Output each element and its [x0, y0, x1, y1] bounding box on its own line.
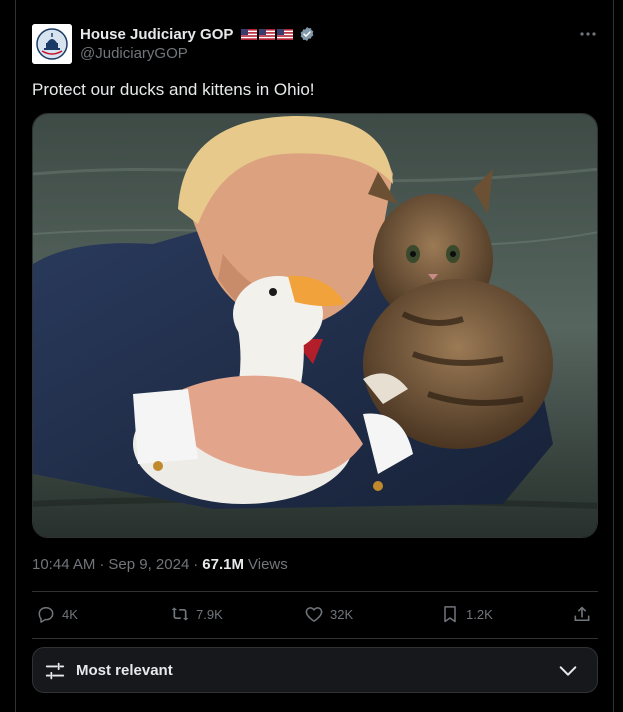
bookmark-icon: [444, 606, 456, 623]
reply-button[interactable]: 4K: [36, 604, 78, 624]
divider: [32, 591, 598, 592]
us-flag-icon: [277, 28, 294, 40]
reply-sort-dropdown[interactable]: Most relevant: [32, 647, 598, 693]
divider: [32, 638, 598, 639]
reply-count: 4K: [62, 606, 78, 622]
verified-badge-icon[interactable]: [299, 26, 315, 42]
photo-image: [33, 114, 597, 537]
us-flag-icon: [241, 28, 258, 40]
author-name-row: House Judiciary GOP: [80, 25, 315, 43]
chevron-down-icon: [559, 666, 577, 676]
share-icon: [574, 606, 590, 622]
repost-icon: [171, 607, 189, 621]
bookmark-count: 1.2K: [466, 606, 493, 622]
flags: [241, 28, 294, 40]
views-count[interactable]: 67.1M: [202, 556, 244, 573]
post-time[interactable]: 10:44 AM: [32, 556, 95, 573]
capitol-logo-icon: [32, 24, 72, 64]
filter-sliders-icon: [45, 662, 65, 680]
display-name[interactable]: House Judiciary GOP: [80, 26, 233, 43]
repost-button[interactable]: 7.9K: [170, 604, 223, 624]
repost-count: 7.9K: [196, 606, 223, 622]
more-options-icon[interactable]: [578, 24, 598, 44]
avatar[interactable]: [32, 24, 72, 64]
views-label: Views: [248, 556, 288, 573]
like-icon: [305, 607, 323, 622]
like-button[interactable]: 32K: [304, 604, 353, 624]
post-text: Protect our ducks and kittens in Ohio!: [32, 80, 315, 99]
share-button[interactable]: [572, 604, 592, 624]
post-date[interactable]: Sep 9, 2024: [108, 556, 189, 573]
bookmark-button[interactable]: 1.2K: [440, 604, 493, 624]
meta-separator: ·: [193, 556, 199, 573]
us-flag-icon: [259, 28, 276, 40]
sort-label: Most relevant: [76, 662, 173, 679]
like-count: 32K: [330, 606, 354, 622]
author-handle[interactable]: @JudiciaryGOP: [80, 45, 188, 62]
action-bar: 4K 7.9K 32K 1.2K: [32, 598, 598, 632]
reply-icon: [38, 607, 54, 623]
post-media-image[interactable]: [32, 113, 598, 538]
post-metadata: 10:44 AM · Sep 9, 2024 · 67.1M Views: [32, 556, 288, 573]
meta-separator: ·: [99, 556, 105, 573]
